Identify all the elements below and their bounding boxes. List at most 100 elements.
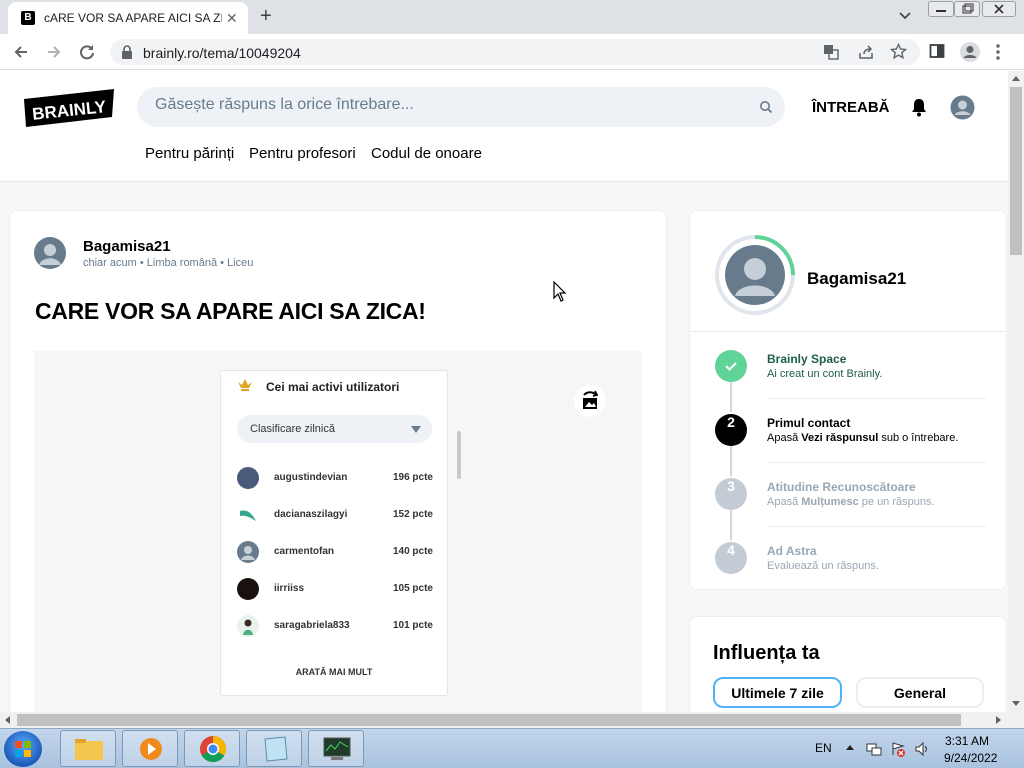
step-description: Apasă Mulțumesc pe un răspuns. <box>767 496 935 508</box>
site-search-box[interactable] <box>137 87 785 127</box>
profile-name[interactable]: Bagamisa21 <box>807 269 906 289</box>
step-title: Brainly Space <box>767 352 847 366</box>
browser-tab-bar: B cARE VOR SA APARE AICI SA ZIC ✕ + <box>0 0 1024 34</box>
taskbar-notepad[interactable] <box>246 730 302 767</box>
step-title: Atitudine Recunoscătoare <box>767 480 916 494</box>
list-item: saragabriela833 101 pcte <box>237 614 433 638</box>
browser-tab[interactable]: B cARE VOR SA APARE AICI SA ZIC ✕ <box>8 2 248 34</box>
scroll-up-icon[interactable] <box>1012 75 1020 81</box>
user-avatar <box>237 541 259 563</box>
ranking-select: Clasificare zilnică <box>237 415 432 443</box>
taskbar-chrome[interactable] <box>184 730 240 767</box>
author-avatar[interactable] <box>34 237 66 269</box>
horizontal-scroll-thumb[interactable] <box>17 714 961 726</box>
tab-title: cARE VOR SA APARE AICI SA ZIC <box>44 11 222 25</box>
divider <box>767 398 986 399</box>
vertical-scrollbar[interactable] <box>1008 71 1024 712</box>
question-meta: chiar acum • Limba română • Liceu <box>83 257 254 269</box>
user-avatar-icon[interactable] <box>950 95 975 120</box>
question-attachment[interactable]: Cei mai activi utilizatori Clasificare z… <box>34 351 642 712</box>
nav-link-teachers[interactable]: Pentru profesori <box>249 145 356 162</box>
user-avatar <box>237 578 259 600</box>
ranking-select-label: Clasificare zilnică <box>250 423 335 435</box>
restore-icon[interactable] <box>954 1 980 17</box>
step-connector <box>730 382 732 412</box>
tab-close-icon[interactable]: ✕ <box>226 10 238 27</box>
bell-icon[interactable] <box>910 97 928 117</box>
address-bar[interactable]: brainly.ro/tema/10049204 <box>110 39 920 65</box>
action-center-icon[interactable] <box>890 741 906 757</box>
step-connector <box>730 510 732 540</box>
volume-icon[interactable] <box>914 741 930 757</box>
taskbar-media-player[interactable] <box>122 730 178 767</box>
influence-card: Influența ta Ultimele 7 zile General <box>689 616 1007 712</box>
menu-icon[interactable] <box>995 43 1001 61</box>
horizontal-scrollbar[interactable] <box>0 712 1024 728</box>
clock-time[interactable]: 3:31 AM <box>945 734 989 748</box>
question-card: Bagamisa21 chiar acum • Limba română • L… <box>9 210 667 712</box>
profile-avatar[interactable] <box>714 234 796 316</box>
step-title: Primul contact <box>767 416 851 430</box>
show-more-label: ARATĂ MAI MULT <box>295 667 373 677</box>
ask-question-button[interactable]: ÎNTREABĂ <box>812 99 890 116</box>
author-name[interactable]: Bagamisa21 <box>83 238 171 255</box>
step-number: 3 <box>715 478 747 510</box>
language-indicator[interactable]: EN <box>815 741 832 755</box>
step-number: 2 <box>715 414 747 446</box>
page-content: BRAINLY ÎNTREABĂ Pentru părinți Pentru p… <box>0 71 1008 712</box>
taskbar-explorer[interactable] <box>60 730 116 767</box>
forward-icon[interactable] <box>45 43 63 61</box>
sidepanel-icon[interactable] <box>929 43 945 59</box>
mouse-cursor-icon <box>553 281 567 303</box>
brainly-logo[interactable]: BRAINLY <box>24 89 114 131</box>
scroll-right-icon[interactable] <box>996 716 1002 724</box>
start-button[interactable] <box>4 731 42 767</box>
media-player-icon <box>140 738 162 760</box>
attachment-heading: Cei mai activi utilizatori <box>266 380 400 394</box>
attachment-scrollbar <box>457 431 461 479</box>
influence-title: Influența ta <box>713 642 820 664</box>
lock-icon[interactable] <box>121 45 133 59</box>
vertical-scroll-thumb[interactable] <box>1010 87 1022 255</box>
step-number: 4 <box>715 542 747 574</box>
attachment-image: Cei mai activi utilizatori Clasificare z… <box>220 370 461 696</box>
tray-expand-icon[interactable] <box>846 744 854 750</box>
taskbar-task-manager[interactable] <box>308 730 364 767</box>
chrome-icon <box>200 735 227 763</box>
share-icon[interactable] <box>858 44 874 60</box>
close-window-icon[interactable] <box>982 1 1016 17</box>
site-search-input[interactable] <box>155 96 735 114</box>
list-item: dacianaszilagyi 152 pcte <box>237 503 433 527</box>
step-done-icon <box>715 350 747 382</box>
minimize-icon[interactable] <box>928 1 954 17</box>
crown-icon <box>237 378 253 392</box>
nav-link-parents[interactable]: Pentru părinți <box>145 145 234 162</box>
tab-last-7-days[interactable]: Ultimele 7 zile <box>713 677 842 708</box>
list-item: augustindevian 196 pcte <box>237 466 433 490</box>
profile-icon[interactable] <box>959 41 981 63</box>
scroll-left-icon[interactable] <box>4 716 10 724</box>
nav-link-honor-code[interactable]: Codul de onoare <box>371 145 482 162</box>
star-icon[interactable] <box>890 43 907 60</box>
rotate-image-button[interactable] <box>574 385 606 417</box>
reload-icon[interactable] <box>78 43 96 61</box>
brainly-favicon-icon: B <box>21 11 35 25</box>
browser-toolbar: brainly.ro/tema/10049204 <box>0 34 1024 70</box>
scroll-down-icon[interactable] <box>1012 701 1020 707</box>
back-icon[interactable] <box>12 43 30 61</box>
translate-icon[interactable] <box>823 44 839 60</box>
list-item: iirriiss 105 pcte <box>237 577 433 601</box>
step-connector <box>730 446 732 476</box>
network-icon[interactable] <box>866 741 882 757</box>
tab-general[interactable]: General <box>856 677 984 708</box>
divider <box>767 462 986 463</box>
windows-logo-icon <box>15 741 31 757</box>
url-text: brainly.ro/tema/10049204 <box>143 45 301 61</box>
clock-date[interactable]: 9/24/2022 <box>944 751 997 765</box>
search-icon[interactable] <box>759 100 773 114</box>
user-avatar <box>237 615 259 637</box>
rotate-icon <box>583 390 599 409</box>
chevron-down-icon[interactable] <box>898 8 912 22</box>
notepad-icon <box>264 736 288 762</box>
new-tab-icon[interactable]: + <box>260 5 272 28</box>
